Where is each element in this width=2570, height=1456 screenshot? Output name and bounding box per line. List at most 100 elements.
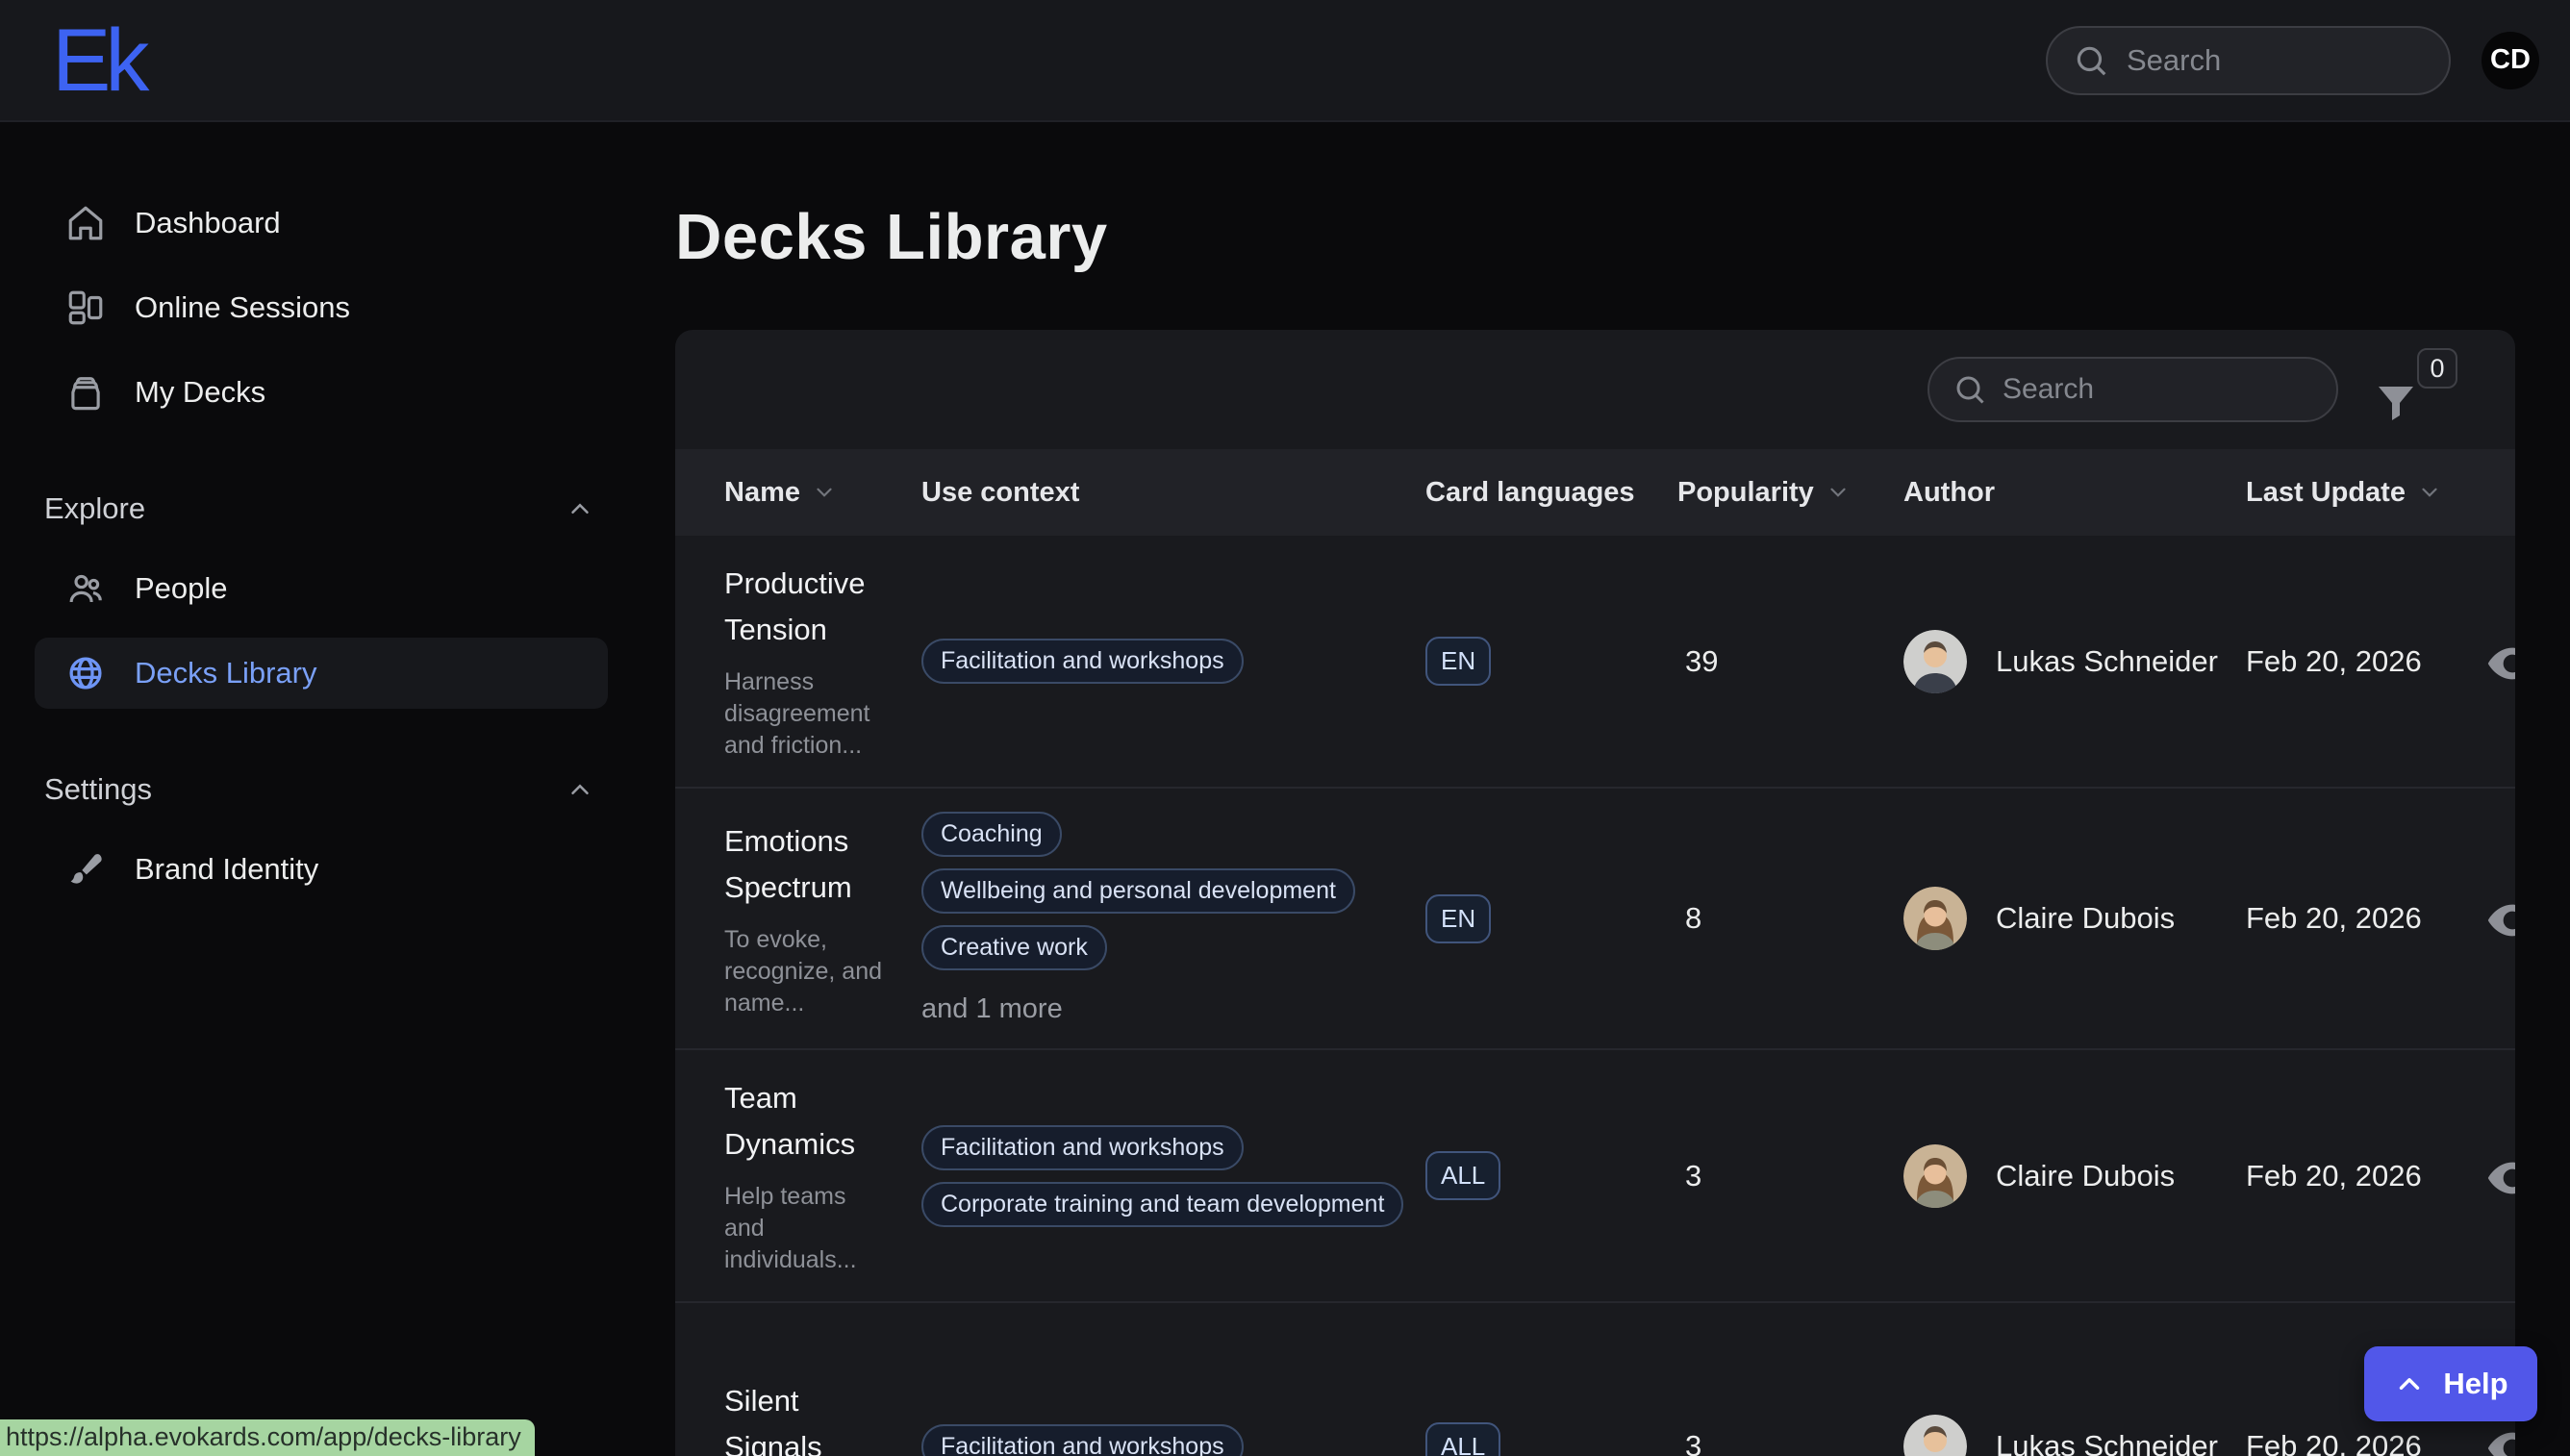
sidebar-item-online-sessions[interactable]: Online Sessions: [35, 272, 608, 343]
row-actions: [2491, 1147, 2515, 1205]
column-label: Name: [724, 477, 800, 509]
deck-description: To evoke, recognize, and name...: [724, 924, 890, 1019]
use-context-cell: Facilitation and workshops: [921, 615, 1425, 707]
author-name: Claire Dubois: [1996, 901, 2175, 936]
last-update-value: Feb 20, 2026: [2246, 1429, 2491, 1456]
column-header-use-context[interactable]: Use context: [921, 477, 1425, 509]
chevron-up-icon: [566, 775, 594, 804]
popularity-value: 39: [1677, 644, 1903, 679]
help-button[interactable]: Help: [2364, 1346, 2537, 1421]
last-update-value: Feb 20, 2026: [2246, 644, 2491, 679]
help-label: Help: [2443, 1367, 2507, 1401]
column-header-popularity[interactable]: Popularity: [1677, 477, 1903, 509]
column-label: Author: [1903, 477, 1995, 509]
people-icon: [65, 568, 106, 609]
sessions-icon: [65, 288, 106, 328]
deck-description: Help teams and individuals...: [724, 1181, 890, 1276]
eye-icon[interactable]: [2485, 1421, 2515, 1456]
languages-cell: ALL: [1425, 1422, 1677, 1456]
table-row[interactable]: Productive Tension Harness disagreement …: [675, 536, 2515, 787]
author-avatar: [1903, 887, 1967, 950]
deck-name[interactable]: Productive Tension: [724, 561, 890, 653]
search-icon: [1953, 372, 1987, 407]
decks-icon: [65, 372, 106, 413]
author-name: Claire Dubois: [1996, 1159, 2175, 1193]
sidebar-item-brand-identity[interactable]: Brand Identity: [35, 834, 608, 905]
popularity-value: 3: [1677, 1429, 1903, 1456]
chevron-up-icon: [566, 494, 594, 523]
table-search-input[interactable]: [2003, 373, 2313, 406]
eye-icon[interactable]: [2485, 893, 2515, 947]
column-label: Last Update: [2246, 477, 2406, 509]
user-avatar[interactable]: CD: [2482, 32, 2539, 89]
table-header-row: Name Use context Card languages Populari…: [675, 449, 2515, 536]
link-preview-statusbar: https://alpha.evokards.com/app/decks-lib…: [0, 1419, 535, 1456]
filter-icon: [2373, 379, 2419, 425]
table-row[interactable]: Emotions Spectrum To evoke, recognize, a…: [675, 787, 2515, 1048]
brush-icon: [65, 849, 106, 890]
language-pill: ALL: [1425, 1422, 1500, 1456]
table-row[interactable]: Team Dynamics Help teams and individuals…: [675, 1048, 2515, 1301]
deck-name[interactable]: Team Dynamics: [724, 1075, 890, 1167]
author-avatar: [1903, 1415, 1967, 1456]
author-avatar: [1903, 1144, 1967, 1208]
column-header-last-update[interactable]: Last Update: [2246, 477, 2491, 509]
author-name: Lukas Schneider: [1996, 644, 2218, 679]
author-name: Lukas Schneider: [1996, 1429, 2218, 1456]
column-label: Card languages: [1425, 477, 1635, 509]
sidebar-section-settings[interactable]: Settings: [44, 772, 594, 807]
eye-icon[interactable]: [2485, 1151, 2515, 1205]
sidebar-item-dashboard[interactable]: Dashboard: [35, 188, 608, 259]
row-actions: [2491, 1418, 2515, 1456]
deck-name-cell: Productive Tension Harness disagreement …: [724, 536, 921, 787]
search-icon: [2073, 42, 2109, 79]
author-cell: Claire Dubois: [1903, 887, 2246, 950]
context-tag: Wellbeing and personal development: [921, 868, 1355, 914]
eye-icon[interactable]: [2485, 637, 2515, 690]
section-label: Explore: [44, 491, 145, 526]
context-tag: Coaching: [921, 812, 1062, 857]
sidebar-section-explore[interactable]: Explore: [44, 491, 594, 526]
use-context-cell: Facilitation and workshops Corporate tra…: [921, 1102, 1425, 1250]
context-tag: Facilitation and workshops: [921, 1125, 1244, 1170]
global-search-input[interactable]: [2127, 43, 2424, 78]
last-update-value: Feb 20, 2026: [2246, 901, 2491, 936]
sidebar-item-label: My Decks: [135, 375, 265, 410]
chevron-down-icon: [812, 480, 837, 505]
sidebar-item-label: Dashboard: [135, 206, 281, 240]
deck-name[interactable]: Emotions Spectrum: [724, 818, 890, 911]
popularity-value: 8: [1677, 901, 1903, 936]
sidebar-item-decks-library[interactable]: Decks Library: [35, 638, 608, 709]
globe-icon: [65, 653, 106, 693]
table-search[interactable]: [1928, 357, 2338, 422]
column-label: Popularity: [1677, 477, 1814, 509]
context-tag: Corporate training and team development: [921, 1182, 1403, 1227]
deck-description: Harness disagreement and friction...: [724, 666, 890, 762]
sidebar-item-label: Decks Library: [135, 656, 317, 690]
column-header-author[interactable]: Author: [1903, 477, 2246, 509]
author-cell: Lukas Schneider: [1903, 1415, 2246, 1456]
table-row[interactable]: Silent Signals Notice what... Facilitati…: [675, 1301, 2515, 1456]
column-header-card-languages[interactable]: Card languages: [1425, 477, 1677, 509]
more-tags-label: and 1 more: [921, 993, 1063, 1025]
chevron-down-icon: [1826, 480, 1851, 505]
deck-name[interactable]: Silent Signals: [724, 1378, 890, 1456]
sidebar-item-my-decks[interactable]: My Decks: [35, 357, 608, 428]
language-pill: EN: [1425, 894, 1491, 943]
popularity-value: 3: [1677, 1159, 1903, 1193]
languages-cell: EN: [1425, 894, 1677, 943]
filter-button[interactable]: 0: [2373, 348, 2457, 431]
chevron-down-icon: [2417, 480, 2442, 505]
row-actions: [2491, 890, 2515, 947]
sidebar: Dashboard Online Sessions My Decks Explo…: [0, 122, 635, 1456]
context-tag: Facilitation and workshops: [921, 1424, 1244, 1456]
column-label: Use context: [921, 477, 1079, 509]
column-header-name[interactable]: Name: [724, 477, 921, 509]
sidebar-item-label: People: [135, 571, 228, 606]
section-label: Settings: [44, 772, 152, 807]
sidebar-item-people[interactable]: People: [35, 553, 608, 624]
global-search[interactable]: [2046, 26, 2451, 95]
home-icon: [65, 203, 106, 243]
app-logo[interactable]: Ek: [52, 16, 143, 105]
last-update-value: Feb 20, 2026: [2246, 1159, 2491, 1193]
